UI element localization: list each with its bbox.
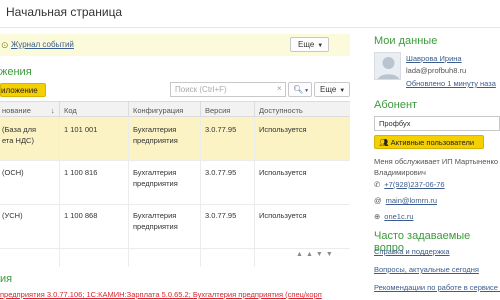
- column-separator: [59, 102, 60, 116]
- cell-code: 1 100 868: [64, 211, 98, 220]
- cell-version: 3.0.77.95: [205, 211, 237, 220]
- search-input[interactable]: Поиск (Ctrl+F): [170, 82, 286, 97]
- search-icon: 🔍︎: [293, 85, 304, 94]
- chevron-down-icon: ▼: [317, 43, 324, 49]
- scroll-last-icon[interactable]: ▼: [326, 251, 336, 258]
- phone-icon: ✆: [374, 180, 381, 189]
- column-header-availability[interactable]: Доступность: [259, 106, 303, 115]
- cell-name: (ОСН): [2, 168, 24, 177]
- column-header-configuration[interactable]: Конфигурация: [133, 106, 183, 115]
- cell-name: (База для: [2, 125, 37, 134]
- active-users-button[interactable]: 👥︎ Активные пользователи: [374, 135, 484, 149]
- served-by-text: Меня обслуживает ИП Мартыненко Владимиро…: [374, 157, 499, 177]
- column-separator: [128, 102, 129, 116]
- cell-availability: Используется: [259, 125, 307, 134]
- avatar: [374, 52, 401, 80]
- events-journal-icon: ⊙: [1, 40, 9, 50]
- more-label: Еще: [298, 40, 315, 49]
- applications-heading: жения: [0, 66, 32, 78]
- scroll-down-icon[interactable]: ▼: [316, 251, 326, 258]
- cell-code: 1 100 816: [64, 168, 98, 177]
- phone-line[interactable]: ✆ +7(928)237-06-76: [374, 180, 445, 189]
- cell-configuration: Бухгалтерия: [133, 125, 177, 134]
- site-line[interactable]: ⊕ one1c.ru: [374, 212, 413, 221]
- column-separator: [254, 102, 255, 116]
- updated-link[interactable]: Обновлено 1 минуту наза: [406, 79, 496, 88]
- globe-icon: ⊕: [374, 212, 381, 221]
- column-gridline: [254, 117, 255, 267]
- column-gridline: [128, 117, 129, 267]
- column-separator: [200, 102, 201, 116]
- cell-code: 1 101 001: [64, 125, 98, 134]
- events-more-button[interactable]: Еще ▼: [290, 37, 329, 52]
- cell-configuration: Бухгалтерия: [133, 168, 177, 177]
- cell-configuration: предприятия: [133, 136, 178, 145]
- email-line[interactable]: @ main@lomrn.ru: [374, 196, 437, 205]
- cell-configuration: Бухгалтерия: [133, 211, 177, 220]
- chevron-down-icon: ▼: [304, 88, 310, 94]
- table-row[interactable]: (База для ета НДС) 1 101 001 Бухгалтерия…: [0, 117, 350, 161]
- email-icon: @: [374, 196, 382, 205]
- scroll-up-icon[interactable]: ▲: [306, 251, 316, 258]
- column-gridline: [200, 117, 201, 267]
- sort-down-icon: ↓: [51, 106, 55, 115]
- clear-search-icon[interactable]: ×: [277, 84, 282, 93]
- my-data-heading: Мои данные: [374, 35, 438, 47]
- users-icon: 👥︎: [379, 138, 389, 147]
- more-label: Еще: [320, 85, 337, 94]
- page-title: Начальная страница: [6, 5, 123, 19]
- cell-version: 3.0.77.95: [205, 168, 237, 177]
- column-header-name[interactable]: нование: [2, 106, 31, 115]
- email-link[interactable]: main@lomrn.ru: [386, 196, 437, 205]
- cell-availability: Используется: [259, 211, 307, 220]
- phone-link[interactable]: +7(928)237-06-76: [384, 180, 444, 189]
- table-scroll-controls: ▲▲▼▼: [296, 251, 336, 258]
- applications-table-header: нование ↓ Код Конфигурация Версия Доступ…: [0, 101, 350, 117]
- cell-configuration: предприятия: [133, 179, 178, 188]
- subscriber-heading: Абонент: [374, 99, 418, 111]
- column-gridline: [59, 117, 60, 267]
- table-row[interactable]: (ОСН) 1 100 816 Бухгалтерия предприятия …: [0, 161, 350, 205]
- chevron-down-icon: ▼: [339, 88, 346, 94]
- column-header-code[interactable]: Код: [64, 106, 77, 115]
- active-users-label: Активные пользователи: [390, 138, 475, 147]
- cell-version: 3.0.77.95: [205, 125, 237, 134]
- search-button[interactable]: 🔍︎▼: [288, 82, 312, 97]
- updates-heading: ия: [0, 273, 13, 285]
- faq-link-topical[interactable]: Вопросы, актуальные сегодня: [374, 265, 479, 274]
- column-header-version[interactable]: Версия: [205, 106, 230, 115]
- user-name-link[interactable]: Шаврова Ирина: [406, 54, 462, 63]
- user-email: lada@profbuh8.ru: [406, 66, 467, 75]
- table-row[interactable]: (УСН) 1 100 868 Бухгалтерия предприятия …: [0, 205, 350, 249]
- title-divider: [0, 27, 500, 28]
- cell-configuration: предприятия: [133, 222, 178, 231]
- cell-name: (УСН): [2, 211, 23, 220]
- scroll-first-icon[interactable]: ▲: [296, 251, 306, 258]
- faq-link-recommendations[interactable]: Рекомендации по работе в сервисе ф: [374, 283, 500, 292]
- cell-availability: Используется: [259, 168, 307, 177]
- updates-links[interactable]: предприятия 3.0.77.106; 1С:КАМИН:Зарплат…: [0, 290, 322, 299]
- site-link[interactable]: one1c.ru: [384, 212, 413, 221]
- events-journal-link[interactable]: Журнал событий: [11, 40, 74, 49]
- subscriber-field[interactable]: Профбух: [374, 116, 500, 131]
- table-more-button[interactable]: Еще ▼: [314, 82, 350, 97]
- add-application-button[interactable]: иложение: [0, 83, 46, 97]
- add-application-label: иложение: [1, 86, 38, 95]
- faq-link-help[interactable]: Справка и поддержка: [374, 247, 450, 256]
- cell-name: ета НДС): [2, 136, 34, 145]
